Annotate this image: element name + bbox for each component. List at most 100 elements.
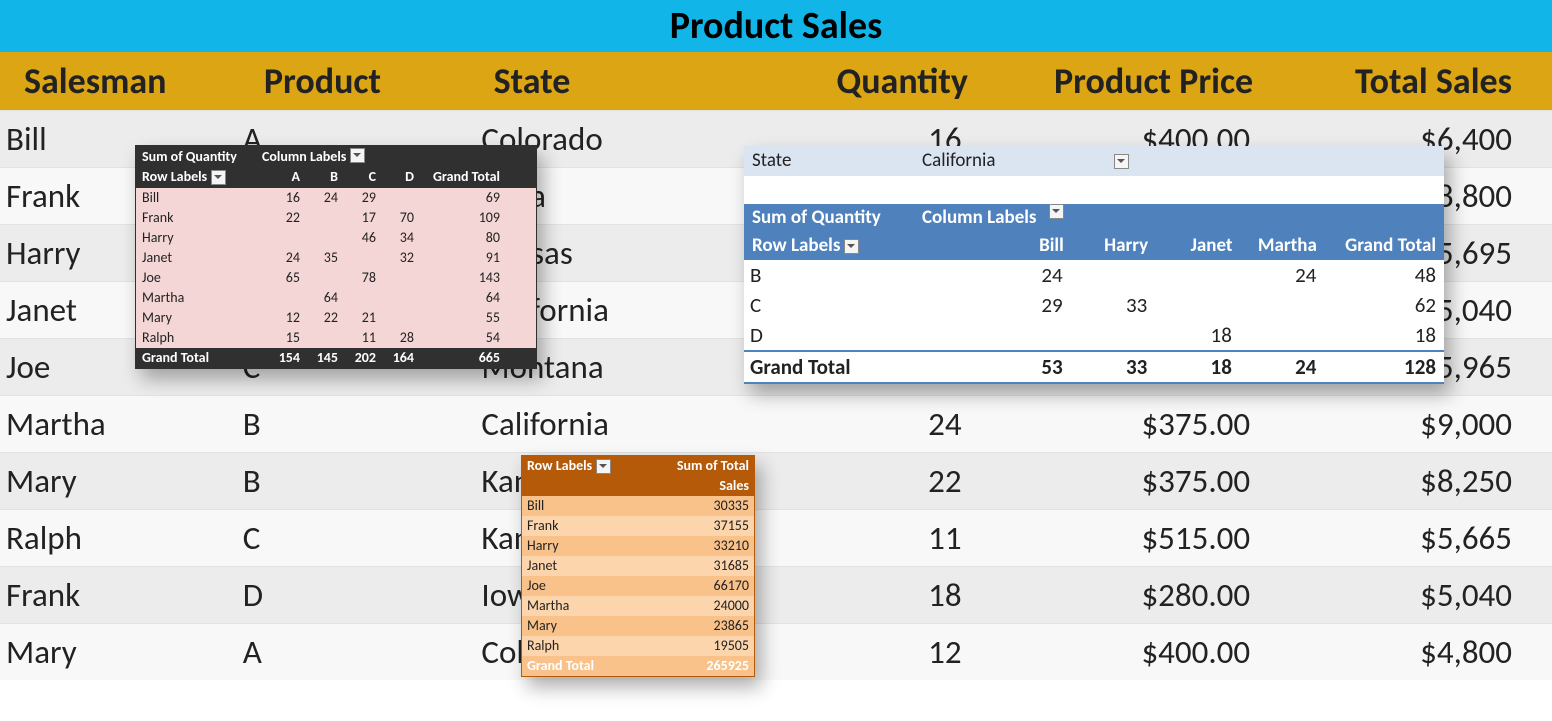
- cell-total: $5,665: [1268, 510, 1552, 566]
- pivot2-value: [1147, 290, 1232, 320]
- pivot1-value: 24: [300, 188, 338, 208]
- pivot1-value: 78: [338, 268, 376, 288]
- pivot3-row: Martha24000: [522, 596, 754, 616]
- cell-quantity: 24: [759, 396, 986, 452]
- pivot2-value: 24: [1232, 260, 1317, 290]
- pivot2-name: C: [750, 290, 906, 320]
- pivot1-row-total: 80: [414, 228, 500, 248]
- pivot1-row-total: 109: [414, 208, 500, 228]
- pivot1-row: Joe6578143: [136, 268, 536, 288]
- pivot1-value: [300, 328, 338, 348]
- pivot1-row: Ralph15112854: [136, 328, 536, 348]
- cell-quantity: 11: [759, 510, 986, 566]
- pivot1-value: [300, 208, 338, 228]
- dropdown-icon[interactable]: [596, 459, 611, 474]
- pivot1-value: 35: [300, 248, 338, 268]
- pivot3-name: Joe: [527, 576, 647, 596]
- pivot2-row-total: 62: [1316, 290, 1444, 320]
- dropdown-icon[interactable]: [1049, 204, 1064, 219]
- pivot-quantity-by-salesman: Sum of Quantity Column Labels Row Labels…: [135, 145, 537, 369]
- cell-total: $4,800: [1268, 624, 1552, 680]
- dropdown-icon[interactable]: [211, 170, 226, 185]
- pivot1-value: 12: [262, 308, 300, 328]
- pivot1-name: Janet: [142, 248, 262, 268]
- pivot1-value: [376, 268, 414, 288]
- pivot1-grand-label: Grand Total: [414, 168, 500, 186]
- pivot1-value: [376, 188, 414, 208]
- cell-total: $9,000: [1268, 396, 1552, 452]
- pivot1-col-a: A: [262, 168, 300, 186]
- pivot2-gt-1: 33: [1063, 352, 1148, 382]
- pivot2-name: D: [750, 320, 906, 350]
- pivot1-value: [376, 308, 414, 328]
- pivot3-val-label: Sum of Total Sales: [647, 456, 749, 496]
- pivot3-value: 33210: [647, 536, 749, 556]
- pivot2-value: 18: [1147, 320, 1232, 350]
- pivot1-grand-total-row: Grand Total 154 145 202 164 665: [136, 348, 536, 368]
- pivot1-row-total: 69: [414, 188, 500, 208]
- cell-salesman: Mary: [0, 624, 237, 680]
- pivot1-gt-b: 145: [300, 348, 338, 368]
- pivot3-row: Harry33210: [522, 536, 754, 556]
- pivot1-sum-label: Sum of Quantity: [142, 148, 262, 166]
- pivot1-value: [300, 268, 338, 288]
- pivot2-grand-total-row: Grand Total 53 33 18 24 128: [744, 350, 1444, 384]
- filter-dropdown-icon[interactable]: [1114, 154, 1129, 169]
- pivot2-col-label: Column Labels: [922, 204, 1037, 232]
- pivot1-gt-label: Grand Total: [142, 348, 262, 368]
- table-header-row: Salesman Product State Quantity Product …: [0, 52, 1552, 110]
- pivot3-name: Bill: [527, 496, 647, 516]
- cell-product: D: [237, 567, 476, 623]
- cell-salesman: Frank: [0, 567, 237, 623]
- pivot2-value: 29: [906, 290, 1062, 320]
- pivot2-row-label: Row Labels: [752, 234, 840, 257]
- dropdown-icon[interactable]: [350, 148, 365, 163]
- cell-quantity: 12: [759, 624, 986, 680]
- pivot1-value: 24: [262, 248, 300, 268]
- pivot1-value: 29: [338, 188, 376, 208]
- dropdown-icon[interactable]: [844, 239, 859, 254]
- cell-product: A: [237, 624, 476, 680]
- pivot2-value: [906, 320, 1062, 350]
- pivot3-value: 66170: [647, 576, 749, 596]
- pivot2-filter-value: California: [922, 146, 1110, 176]
- pivot2-value: [1147, 260, 1232, 290]
- pivot1-row: Mary12222155: [136, 308, 536, 328]
- col-salesman: Salesman: [0, 52, 252, 110]
- pivot3-grand-total-row: Grand Total 265925: [522, 656, 754, 676]
- pivot2-gt-2: 18: [1147, 352, 1232, 382]
- col-total: Total Sales: [1271, 52, 1552, 110]
- pivot1-value: [262, 288, 300, 308]
- pivot1-row: Martha6464: [136, 288, 536, 308]
- pivot2-name: B: [750, 260, 906, 290]
- pivot2-row: D1818: [744, 320, 1444, 350]
- pivot1-value: [376, 288, 414, 308]
- pivot1-value: [338, 288, 376, 308]
- pivot2-value: [1063, 320, 1148, 350]
- pivot1-col-b: B: [300, 168, 338, 186]
- pivot-quantity-by-state: State California Sum of Quantity Column …: [744, 146, 1444, 384]
- pivot1-col-d: D: [376, 168, 414, 186]
- col-quantity: Quantity: [768, 52, 992, 110]
- pivot1-value: 22: [262, 208, 300, 228]
- pivot2-value: [1232, 290, 1317, 320]
- pivot1-row-label: Row Labels: [142, 168, 207, 185]
- pivot2-grand-label: Grand Total: [1317, 232, 1444, 260]
- pivot1-row-total: 55: [414, 308, 500, 328]
- pivot1-row-total: 143: [414, 268, 500, 288]
- cell-quantity: 22: [759, 453, 986, 509]
- pivot2-gt-0: 53: [906, 352, 1062, 382]
- cell-quantity: 18: [759, 567, 986, 623]
- pivot3-value: 24000: [647, 596, 749, 616]
- pivot1-value: 64: [300, 288, 338, 308]
- pivot3-row: Ralph19505: [522, 636, 754, 656]
- pivot2-col-1: Harry: [1064, 232, 1148, 260]
- pivot1-gt-total: 665: [414, 348, 500, 368]
- pivot3-value: 37155: [647, 516, 749, 536]
- cell-salesman: Mary: [0, 453, 237, 509]
- pivot3-gt-value: 265925: [647, 656, 749, 676]
- pivot2-row: C293362: [744, 290, 1444, 320]
- pivot1-col-label: Column Labels: [262, 148, 346, 166]
- pivot2-gt-3: 24: [1232, 352, 1317, 382]
- pivot2-col-0: Bill: [908, 232, 1064, 260]
